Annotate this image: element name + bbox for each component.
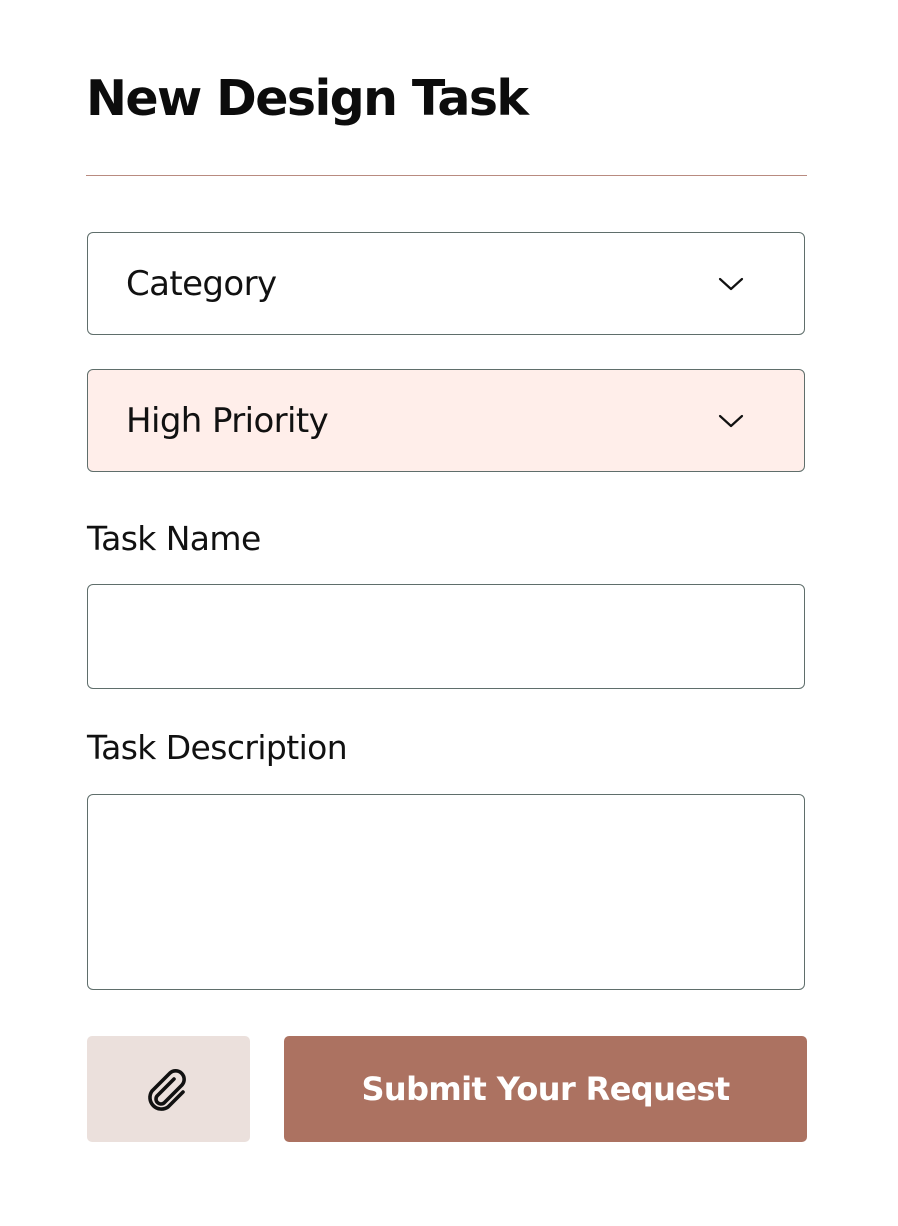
- category-select-value: Category: [126, 263, 277, 304]
- chevron-down-icon: [718, 414, 744, 427]
- task-description-textarea[interactable]: [87, 794, 805, 990]
- task-name-label: Task Name: [87, 519, 261, 558]
- priority-select[interactable]: High Priority: [87, 369, 805, 472]
- attach-file-button[interactable]: [87, 1036, 250, 1142]
- submit-request-button[interactable]: Submit Your Request: [284, 1036, 807, 1142]
- title-divider: [86, 175, 807, 176]
- task-description-label: Task Description: [87, 728, 348, 767]
- paperclip-icon: [147, 1069, 186, 1111]
- page-title: New Design Task: [86, 70, 529, 127]
- category-select[interactable]: Category: [87, 232, 805, 335]
- chevron-down-icon: [718, 277, 744, 290]
- priority-select-value: High Priority: [126, 400, 329, 441]
- submit-button-label: Submit Your Request: [361, 1070, 730, 1108]
- task-name-input[interactable]: [87, 584, 805, 689]
